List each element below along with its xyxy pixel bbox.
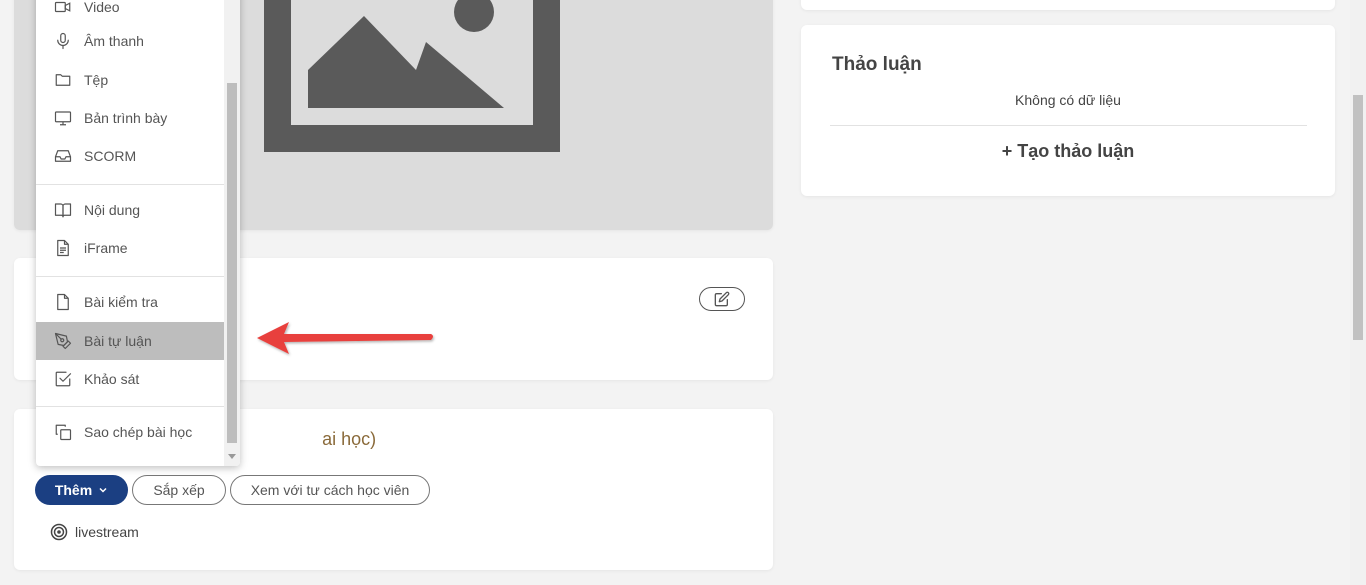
menu-item-scorm[interactable]: SCORM bbox=[36, 137, 224, 175]
menu-item-label: Bài kiểm tra bbox=[84, 294, 158, 310]
page-scrollbar[interactable] bbox=[1350, 0, 1366, 585]
book-icon bbox=[53, 200, 73, 220]
create-discussion-button[interactable]: + Tạo thảo luận bbox=[801, 141, 1335, 162]
divider bbox=[830, 125, 1307, 126]
top-panel bbox=[801, 0, 1335, 10]
discussion-title: Thảo luận bbox=[832, 54, 922, 75]
menu-scroll-thumb[interactable] bbox=[227, 83, 237, 443]
empty-message: Không có dữ liệu bbox=[1015, 92, 1121, 108]
menu-divider bbox=[36, 406, 224, 407]
sort-button[interactable]: Sắp xếp bbox=[132, 475, 226, 505]
edit-button[interactable] bbox=[699, 287, 745, 311]
folder-icon bbox=[53, 70, 73, 90]
menu-item-survey[interactable]: Khảo sát bbox=[36, 360, 224, 398]
menu-item-label: Khảo sát bbox=[84, 371, 140, 387]
menu-scrollbar[interactable] bbox=[224, 0, 240, 466]
add-content-dropdown: Video Âm thanh Tệp Bản trình bày SCORM N… bbox=[36, 0, 240, 466]
microphone-icon bbox=[53, 31, 73, 51]
document-icon bbox=[53, 238, 73, 258]
livestream-item[interactable]: livestream bbox=[50, 523, 139, 541]
menu-item-label: Bài tự luận bbox=[84, 333, 152, 349]
menu-item-label: SCORM bbox=[84, 148, 137, 164]
menu-item-audio[interactable]: Âm thanh bbox=[36, 22, 224, 60]
menu-item-label: Nội dung bbox=[84, 202, 141, 218]
chevron-down-icon bbox=[99, 487, 107, 493]
menu-item-label: Tệp bbox=[84, 72, 109, 88]
menu-item-quiz[interactable]: Bài kiểm tra bbox=[36, 283, 224, 321]
lesson-actions: Thêm Sắp xếp Xem với tư cách học viên bbox=[35, 475, 430, 505]
image-placeholder-icon bbox=[264, 0, 560, 152]
livestream-icon bbox=[50, 523, 68, 541]
pen-tool-icon bbox=[53, 331, 73, 351]
menu-item-essay[interactable]: Bài tự luận bbox=[36, 322, 224, 360]
annotation-arrow-icon bbox=[257, 322, 433, 354]
menu-item-label: iFrame bbox=[84, 240, 128, 256]
menu-divider bbox=[36, 276, 224, 277]
menu-item-iframe[interactable]: iFrame bbox=[36, 229, 224, 267]
add-button-label: Thêm bbox=[54, 482, 93, 498]
checkbox-icon bbox=[53, 369, 73, 389]
preview-as-student-button[interactable]: Xem với tư cách học viên bbox=[230, 475, 430, 505]
monitor-icon bbox=[53, 108, 73, 128]
copy-icon bbox=[53, 422, 73, 442]
menu-item-content[interactable]: Nội dung bbox=[36, 191, 224, 229]
menu-item-label: Sao chép bài học bbox=[84, 424, 193, 440]
menu-item-label: Bản trình bày bbox=[84, 110, 168, 126]
edit-icon bbox=[714, 291, 730, 307]
page-scroll-thumb[interactable] bbox=[1353, 95, 1363, 340]
add-button[interactable]: Thêm bbox=[35, 475, 128, 505]
menu-item-label: Video bbox=[84, 0, 120, 15]
video-icon bbox=[53, 0, 73, 17]
menu-item-label: Âm thanh bbox=[84, 33, 144, 49]
menu-divider bbox=[36, 184, 224, 185]
discussion-card: Thảo luận Không có dữ liệu + Tạo thảo lu… bbox=[801, 25, 1335, 196]
scroll-down-arrow-icon[interactable] bbox=[228, 454, 236, 459]
menu-item-presentation[interactable]: Bản trình bày bbox=[36, 99, 224, 137]
inbox-icon bbox=[53, 146, 73, 166]
livestream-label: livestream bbox=[75, 524, 139, 540]
menu-item-file[interactable]: Tệp bbox=[36, 61, 224, 99]
file-icon bbox=[53, 292, 73, 312]
menu-item-copy-lesson[interactable]: Sao chép bài học bbox=[36, 413, 224, 451]
